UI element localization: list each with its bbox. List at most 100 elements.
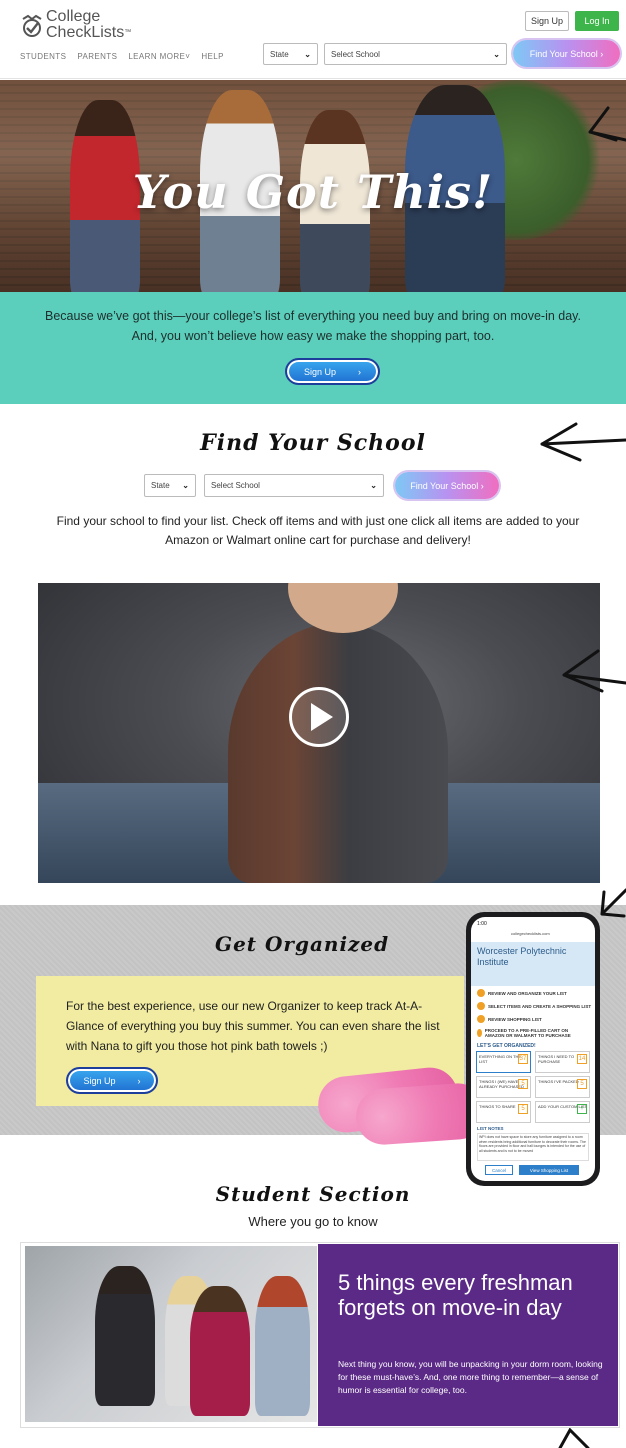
organizer-text: For the best experience, use our new Org… — [66, 999, 440, 1053]
promo-video[interactable] — [38, 583, 600, 883]
hand-drawn-arrow-icon — [562, 649, 626, 693]
phone-time: 1:00 — [477, 921, 487, 927]
school-select[interactable]: Select School ⌄ — [204, 474, 384, 497]
step-dot-icon — [477, 989, 485, 997]
school-select-value: Select School — [211, 481, 260, 490]
teal-signup-button[interactable]: Sign Up › — [285, 358, 380, 385]
find-school-label: Find Your School — [410, 480, 479, 491]
step-dot-icon — [477, 1002, 485, 1010]
photo-person — [255, 1276, 310, 1416]
phone-step-4: PROCEED TO A PRE-FILLED CART ON AMAZON O… — [477, 1028, 587, 1038]
phone-step-2: SELECT ITEMS AND CREATE A SHOPPING LIST — [477, 1002, 591, 1010]
nav-students[interactable]: STUDENTS — [20, 52, 66, 61]
article-title[interactable]: 5 things every freshman forgets on move-… — [338, 1270, 608, 1320]
get-organized-title: Get Organized — [215, 932, 390, 956]
teal-intro-text: Because we’ve got this—your college’s li… — [18, 306, 608, 346]
main-nav: STUDENTS PARENTS LEARN MORE˅ HELP — [20, 52, 224, 61]
phone-organized-heading: LET'S GET ORGANIZED! — [477, 1043, 536, 1049]
phone-card-count: 5 — [518, 1104, 528, 1114]
student-section-title: Student Section — [215, 1182, 411, 1206]
play-button[interactable] — [289, 687, 349, 747]
logo-wordmark[interactable]: College CheckLists™ — [46, 9, 131, 41]
header-school-value: Select School — [331, 49, 380, 59]
students-group-photo — [25, 1246, 317, 1422]
logo-tm: ™ — [124, 29, 132, 36]
nav-learn-more[interactable]: LEARN MORE˅ — [128, 52, 190, 61]
phone-card-need[interactable]: THINGS I NEED TO PURCHASE 14 — [535, 1051, 590, 1073]
phone-card-count: 5 — [577, 1079, 587, 1089]
phone-notes-heading: LIST NOTES — [477, 1126, 504, 1131]
find-school-button[interactable]: Find Your School › — [395, 472, 499, 499]
phone-step-3-label: REVIEW SHOPPING LIST — [488, 1016, 542, 1022]
header-find-school-button[interactable]: Find Your School › — [513, 40, 620, 67]
chevron-down-icon: ˅ — [185, 52, 191, 61]
phone-card-count: 37 — [518, 1054, 528, 1064]
teal-signup-label: Sign Up — [303, 366, 337, 377]
organizer-signup-button[interactable]: Sign Up › — [66, 1067, 158, 1094]
hand-drawn-arrow-icon — [588, 106, 626, 142]
phone-card-packed[interactable]: THINGS I'VE PACKED 5 — [535, 1076, 590, 1098]
play-icon — [311, 703, 333, 731]
header-school-select[interactable]: Select School ⌄ — [324, 43, 507, 65]
phone-card-everything[interactable]: EVERYTHING ON THE LIST 37 — [476, 1051, 531, 1073]
header-login-button[interactable]: Log In — [575, 11, 619, 31]
phone-step-1: REVIEW AND ORGANIZE YOUR LIST — [477, 989, 567, 997]
logo-line1: College — [46, 8, 101, 25]
teal-intro-line2: And, you won’t believe how easy we make … — [131, 329, 495, 343]
header-state-select[interactable]: State ⌄ — [263, 43, 318, 65]
nav-learn-more-label: LEARN MORE — [128, 52, 186, 61]
hand-drawn-arrow-icon — [540, 422, 626, 462]
header-find-school-label: Find Your School — [529, 48, 598, 59]
chevron-down-icon: ⌄ — [182, 481, 189, 490]
phone-card-label: THINGS I NEED TO PURCHASE — [538, 1054, 575, 1064]
state-select[interactable]: State ⌄ — [144, 474, 196, 497]
phone-school-name: Worcester Polytechnic Institute — [471, 942, 595, 986]
phone-step-1-label: REVIEW AND ORGANIZE YOUR LIST — [488, 990, 567, 996]
article-body: Next thing you know, you will be unpacki… — [338, 1359, 603, 1395]
phone-card-count: 14 — [577, 1054, 587, 1064]
step-dot-icon — [477, 1015, 485, 1023]
checklist-logo-icon[interactable] — [20, 13, 44, 37]
nav-help[interactable]: HELP — [201, 52, 224, 61]
phone-notes-text: WPI does not have space to store any fur… — [477, 1133, 589, 1161]
phone-card-label: THINGS TO SHARE — [479, 1104, 516, 1109]
phone-url: collegechecklists.com — [511, 931, 550, 936]
find-school-description: Find your school to find your list. Chec… — [56, 514, 580, 547]
phone-step-4-label: PROCEED TO A PRE-FILLED CART ON AMAZON O… — [484, 1028, 571, 1038]
phone-card-share[interactable]: THINGS TO SHARE 5 — [476, 1101, 531, 1123]
phone-card-label: THINGS I'VE PACKED — [538, 1079, 579, 1084]
phone-mockup: 1:00 collegechecklists.com Worcester Pol… — [466, 912, 600, 1186]
phone-step-2-label: SELECT ITEMS AND CREATE A SHOPPING LIST — [488, 1003, 592, 1009]
find-school-title: Find Your School — [200, 430, 426, 456]
teal-intro-line1: Because we’ve got this—your college’s li… — [45, 309, 581, 323]
chevron-down-icon: ⌄ — [304, 49, 311, 59]
hand-drawn-arrow-icon — [558, 1428, 590, 1448]
chevron-right-icon: › — [358, 366, 362, 377]
chevron-right-icon: › — [137, 1075, 141, 1086]
phone-card-label: EVERYTHING ON THE LIST — [479, 1054, 522, 1064]
phone-card-custom[interactable]: ADD YOUR CUSTOM LIST + — [535, 1101, 590, 1123]
state-select-value: State — [151, 481, 170, 490]
photo-person — [95, 1266, 155, 1406]
chevron-right-icon: › — [600, 48, 604, 59]
phone-card-purchased[interactable]: THINGS I (WE) HAVE ALREADY PURCHASED 5 — [476, 1076, 531, 1098]
chevron-down-icon: ⌄ — [493, 49, 500, 59]
chevron-down-icon: ⌄ — [370, 481, 377, 490]
hand-drawn-arrow-icon — [600, 888, 626, 918]
organizer-signup-label: Sign Up — [83, 1075, 116, 1086]
header-signup-button[interactable]: Sign Up — [525, 11, 569, 31]
phone-screen: 1:00 collegechecklists.com Worcester Pol… — [471, 917, 595, 1181]
phone-view-shopping-button[interactable]: View Shopping List — [519, 1165, 579, 1175]
hero-title: You Got This! — [132, 165, 494, 219]
logo-line2: CheckLists — [46, 24, 125, 41]
phone-step-3: REVIEW SHOPPING LIST — [477, 1015, 542, 1023]
step-dot-icon — [477, 1029, 482, 1037]
phone-cancel-button[interactable]: Cancel — [485, 1165, 513, 1175]
video-person-shirt — [228, 623, 448, 883]
video-person-head — [288, 583, 398, 633]
photo-person — [190, 1286, 250, 1416]
chevron-right-icon: › — [480, 480, 484, 491]
phone-card-count: 5 — [518, 1079, 528, 1089]
student-section-subtitle: Where you go to know — [248, 1214, 378, 1229]
nav-parents[interactable]: PARENTS — [77, 52, 117, 61]
